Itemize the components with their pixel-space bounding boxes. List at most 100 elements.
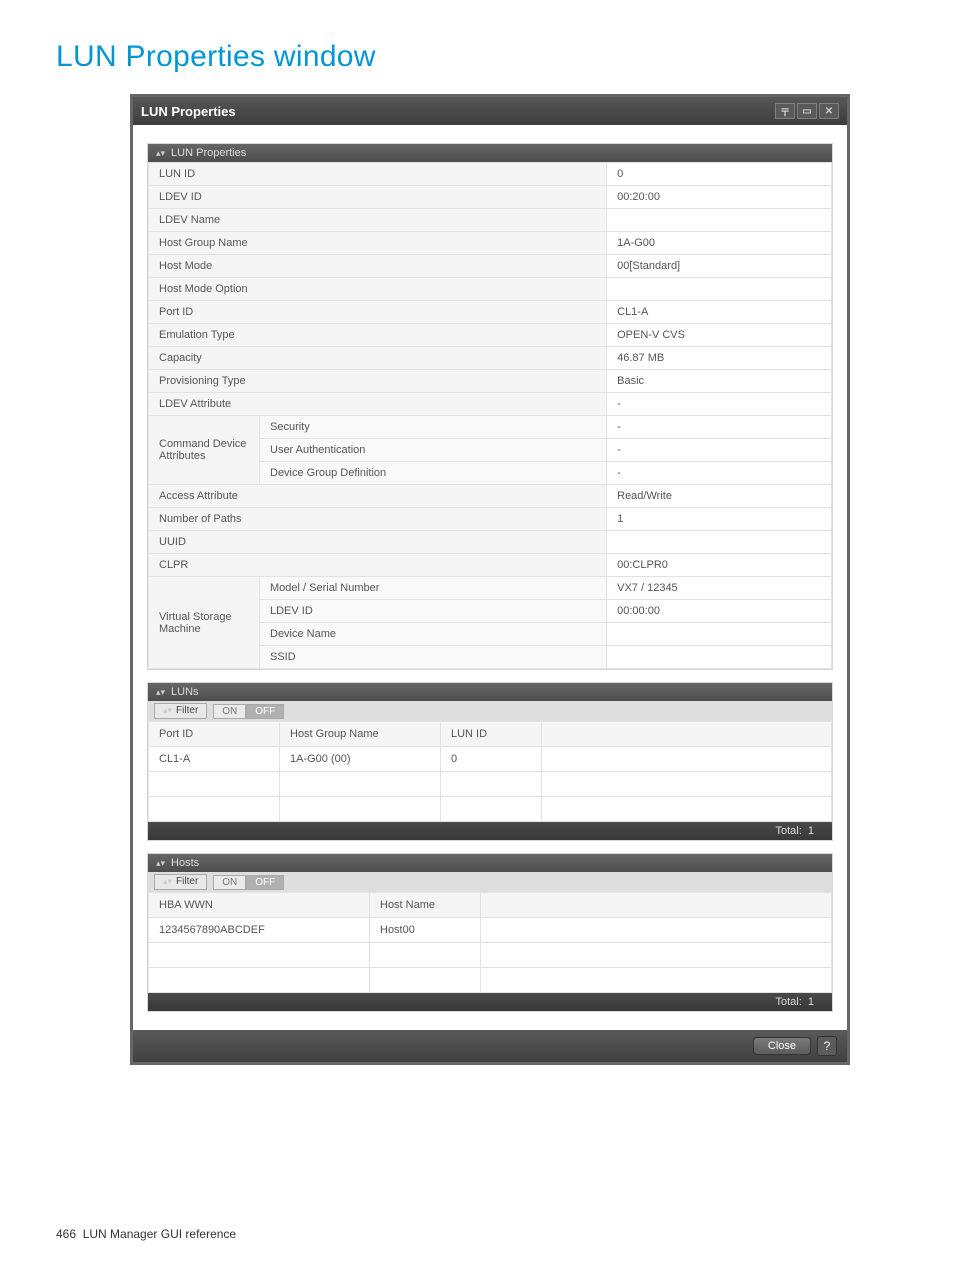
col-hba-wwn[interactable]: HBA WWN	[149, 893, 370, 918]
page-title: LUN Properties window	[56, 40, 954, 74]
titlebar-close-icon[interactable]: ✕	[819, 103, 839, 119]
section-title: LUNs	[171, 686, 199, 698]
luns-total-bar: Total: 1	[148, 822, 832, 840]
hosts-filter-button[interactable]: ▴▾Filter	[154, 874, 207, 890]
label-vsm-ssid: SSID	[260, 646, 607, 669]
value-capacity: 46.87 MB	[607, 347, 832, 370]
value-port-id: CL1-A	[607, 301, 832, 324]
value-host-group-name: 1A-G00	[607, 232, 832, 255]
table-row[interactable]: CL1-A 1A-G00 (00) 0	[149, 747, 832, 772]
toggle-on: ON	[213, 875, 246, 890]
value-ldev-name	[607, 209, 832, 232]
col-spacer	[542, 722, 832, 747]
hosts-table: HBA WWN Host Name 1234567890ABCDEF Host0…	[148, 892, 832, 993]
cell-hba-wwn: 1234567890ABCDEF	[149, 918, 370, 943]
luns-table: Port ID Host Group Name LUN ID CL1-A 1A-…	[148, 721, 832, 822]
help-button[interactable]: ?	[817, 1036, 837, 1056]
luns-filter-toggle[interactable]: ON OFF	[213, 704, 284, 719]
section-title: Hosts	[171, 857, 199, 869]
table-row	[149, 943, 832, 968]
cell-lun-id: 0	[441, 747, 542, 772]
label-host-mode: Host Mode	[149, 255, 607, 278]
luns-section: ▴▾ LUNs ▴▾Filter ON OFF Port ID Host Gro…	[147, 682, 833, 841]
label-ldev-name: LDEV Name	[149, 209, 607, 232]
value-emulation-type: OPEN-V CVS	[607, 324, 832, 347]
value-user-authentication: -	[607, 439, 832, 462]
cell-host-group-name: 1A-G00 (00)	[280, 747, 441, 772]
col-lun-id[interactable]: LUN ID	[441, 722, 542, 747]
close-button[interactable]: Close	[753, 1037, 811, 1055]
value-ldev-attribute: -	[607, 393, 832, 416]
value-clpr: 00:CLPR0	[607, 554, 832, 577]
hosts-section: ▴▾ Hosts ▴▾Filter ON OFF HBA WWN Host Na…	[147, 853, 833, 1012]
luns-filter-button[interactable]: ▴▾Filter	[154, 703, 207, 719]
label-model-serial: Model / Serial Number	[260, 577, 607, 600]
value-model-serial: VX7 / 12345	[607, 577, 832, 600]
toggle-on: ON	[213, 704, 246, 719]
label-ldev-attribute: LDEV Attribute	[149, 393, 607, 416]
section-title: LUN Properties	[171, 147, 246, 159]
label-virtual-storage-machine: Virtual Storage Machine	[149, 577, 260, 669]
value-provisioning-type: Basic	[607, 370, 832, 393]
col-host-group-name[interactable]: Host Group Name	[280, 722, 441, 747]
titlebar-filter-icon[interactable]: 〒	[775, 103, 795, 119]
label-vsm-ldev-id: LDEV ID	[260, 600, 607, 623]
label-number-of-paths: Number of Paths	[149, 508, 607, 531]
section-header-lun-properties[interactable]: ▴▾ LUN Properties	[148, 144, 832, 162]
table-row	[149, 797, 832, 822]
value-lun-id: 0	[607, 163, 832, 186]
label-lun-id: LUN ID	[149, 163, 607, 186]
label-vsm-device-name: Device Name	[260, 623, 607, 646]
label-provisioning-type: Provisioning Type	[149, 370, 607, 393]
section-header-hosts[interactable]: ▴▾ Hosts	[148, 854, 832, 872]
label-user-authentication: User Authentication	[260, 439, 607, 462]
label-security: Security	[260, 416, 607, 439]
value-number-of-paths: 1	[607, 508, 832, 531]
label-emulation-type: Emulation Type	[149, 324, 607, 347]
label-command-device-attributes: Command Device Attributes	[149, 416, 260, 485]
page-footer: 466 LUN Manager GUI reference	[56, 1227, 236, 1241]
cell-port-id: CL1-A	[149, 747, 280, 772]
value-vsm-device-name	[607, 623, 832, 646]
label-host-group-name: Host Group Name	[149, 232, 607, 255]
label-port-id: Port ID	[149, 301, 607, 324]
label-capacity: Capacity	[149, 347, 607, 370]
col-host-name[interactable]: Host Name	[370, 893, 481, 918]
hosts-filter-toggle[interactable]: ON OFF	[213, 875, 284, 890]
label-ldev-id: LDEV ID	[149, 186, 607, 209]
value-access-attribute: Read/Write	[607, 485, 832, 508]
value-ldev-id: 00:20:00	[607, 186, 832, 209]
label-clpr: CLPR	[149, 554, 607, 577]
value-vsm-ldev-id: 00:00:00	[607, 600, 832, 623]
value-security: -	[607, 416, 832, 439]
hosts-total-bar: Total: 1	[148, 993, 832, 1011]
value-uuid	[607, 531, 832, 554]
value-vsm-ssid	[607, 646, 832, 669]
value-host-mode-option	[607, 278, 832, 301]
collapse-icon: ▴▾	[156, 858, 165, 869]
label-uuid: UUID	[149, 531, 607, 554]
col-spacer	[481, 893, 832, 918]
label-host-mode-option: Host Mode Option	[149, 278, 607, 301]
window-title: LUN Properties	[141, 104, 236, 119]
titlebar-restore-icon[interactable]: ▭	[797, 103, 817, 119]
toggle-off: OFF	[246, 875, 284, 890]
cell-host-name: Host00	[370, 918, 481, 943]
col-port-id[interactable]: Port ID	[149, 722, 280, 747]
toggle-off: OFF	[246, 704, 284, 719]
lun-properties-section: ▴▾ LUN Properties LUN ID0 LDEV ID00:20:0…	[147, 143, 833, 670]
collapse-icon: ▴▾	[156, 148, 165, 159]
table-row	[149, 968, 832, 993]
value-host-mode: 00[Standard]	[607, 255, 832, 278]
dialog-footer: Close ?	[133, 1030, 847, 1062]
window-titlebar: LUN Properties 〒 ▭ ✕	[133, 97, 847, 125]
label-access-attribute: Access Attribute	[149, 485, 607, 508]
value-device-group-definition: -	[607, 462, 832, 485]
table-row	[149, 772, 832, 797]
label-device-group-definition: Device Group Definition	[260, 462, 607, 485]
properties-table: LUN ID0 LDEV ID00:20:00 LDEV Name Host G…	[148, 162, 832, 669]
dialog-window: LUN Properties 〒 ▭ ✕ ▴▾ LUN Properties L…	[130, 94, 850, 1065]
section-header-luns[interactable]: ▴▾ LUNs	[148, 683, 832, 701]
collapse-icon: ▴▾	[156, 687, 165, 698]
table-row[interactable]: 1234567890ABCDEF Host00	[149, 918, 832, 943]
